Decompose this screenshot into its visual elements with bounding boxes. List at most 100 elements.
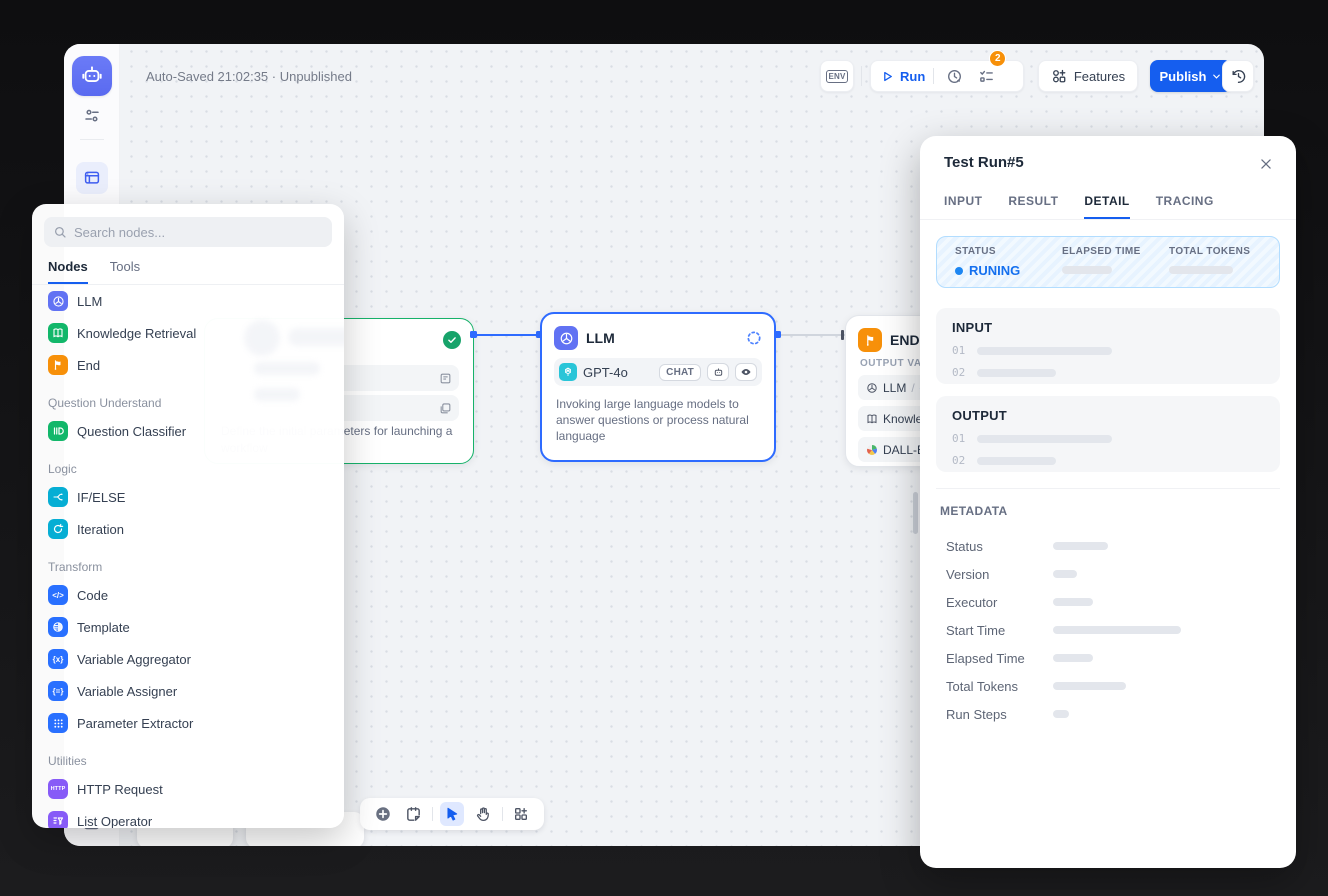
backdrop-blob: [254, 362, 320, 375]
node-item-llm[interactable]: LLM: [40, 285, 336, 317]
env-button[interactable]: ENV: [820, 60, 854, 92]
meta-skeleton: [1053, 598, 1093, 606]
meta-skeleton: [1053, 542, 1108, 550]
orchestrate-window-icon[interactable]: [76, 162, 108, 194]
template-icon: [48, 617, 68, 637]
meta-skeleton: [1053, 626, 1181, 634]
run-panel-tabs: INPUT RESULT DETAIL TRACING: [920, 184, 1296, 220]
list-operator-icon: [48, 811, 68, 828]
llm-icon: [48, 291, 68, 311]
line-number: 01: [952, 432, 965, 445]
search-icon: [53, 225, 67, 239]
env-icon: ENV: [826, 70, 849, 83]
settings-sliders-icon[interactable]: [76, 100, 108, 132]
section-logic: Logic: [40, 447, 336, 481]
pointer-mode-button[interactable]: [440, 802, 464, 826]
success-check-icon: [443, 331, 461, 349]
robot-icon: [81, 65, 103, 87]
node-search-box: [44, 217, 332, 247]
hand-mode-button[interactable]: [471, 802, 495, 826]
elapsed-time-label: ELAPSED TIME: [1062, 246, 1169, 257]
features-button[interactable]: Features: [1038, 60, 1138, 92]
search-input[interactable]: [74, 225, 323, 240]
organize-layout-button[interactable]: [509, 802, 533, 826]
meta-skeleton: [1053, 570, 1077, 578]
meta-row-executor: Executor: [946, 588, 1272, 616]
llm-output-port[interactable]: [774, 331, 781, 338]
node-item-if-else[interactable]: IF/ELSE: [40, 481, 336, 513]
if-else-icon: [48, 487, 68, 507]
loading-spinner-icon: [746, 330, 762, 346]
node-item-iteration[interactable]: Iteration: [40, 513, 336, 545]
node-item-code[interactable]: </> Code: [40, 579, 336, 611]
publish-button[interactable]: Publish: [1150, 60, 1232, 92]
node-item-template[interactable]: Template: [40, 611, 336, 643]
tab-tools[interactable]: Tools: [110, 251, 140, 284]
tab-result[interactable]: RESULT: [1008, 184, 1058, 219]
tab-tracing[interactable]: TRACING: [1156, 184, 1214, 219]
app-avatar[interactable]: [72, 56, 112, 96]
sidebar-divider: [80, 139, 104, 140]
node-item-variable-aggregator[interactable]: {x} Variable Aggregator: [40, 643, 336, 675]
run-history-icon[interactable]: [942, 64, 966, 88]
vision-robot-icon: [707, 363, 729, 381]
meta-row-elapsed-time: Elapsed Time: [946, 644, 1272, 672]
tokens-skeleton: [1169, 266, 1233, 274]
iteration-loop-icon: [48, 519, 68, 539]
output-skeleton-2: [977, 457, 1056, 465]
section-utilities: Utilities: [40, 739, 336, 773]
status-label: STATUS: [955, 246, 1062, 257]
close-icon[interactable]: [1254, 152, 1278, 176]
http-request-icon: HTTP: [48, 779, 68, 799]
meta-row-run-steps: Run Steps: [946, 700, 1272, 728]
end-node-icon: [858, 328, 882, 352]
toolbar-divider-2: [502, 807, 503, 821]
tab-input[interactable]: INPUT: [944, 184, 982, 219]
tab-detail[interactable]: DETAIL: [1084, 184, 1129, 219]
llm-model-selector[interactable]: GPT-4o CHAT: [554, 358, 762, 386]
openai-model-icon: [559, 363, 577, 381]
features-icon: [1051, 68, 1067, 84]
node-item-question-classifier[interactable]: Question Classifier: [40, 415, 336, 447]
version-history-button[interactable]: [1222, 60, 1254, 92]
node-item-http-request[interactable]: HTTP HTTP Request: [40, 773, 336, 805]
end-input-port[interactable]: [841, 330, 844, 340]
llm-node[interactable]: LLM GPT-4o CHAT: [540, 312, 776, 462]
start-output-port[interactable]: [470, 331, 477, 338]
run-button[interactable]: Run: [881, 69, 925, 84]
elapsed-skeleton: [1062, 266, 1112, 274]
llm-node-title: LLM: [586, 330, 615, 346]
add-node-button[interactable]: [371, 802, 395, 826]
node-item-list-operator[interactable]: List Operator: [40, 805, 336, 828]
output-title: OUTPUT: [952, 408, 1264, 423]
total-tokens-label: TOTAL TOKENS: [1169, 246, 1250, 257]
meta-row-version: Version: [946, 560, 1272, 588]
question-classifier-icon: [48, 421, 68, 441]
meta-row-start-time: Start Time: [946, 616, 1272, 644]
checklist-icon[interactable]: 2: [974, 64, 998, 88]
node-item-parameter-extractor[interactable]: Parameter Extractor: [40, 707, 336, 739]
output-skeleton-1: [977, 435, 1112, 443]
line-number: 01: [952, 344, 965, 357]
add-note-button[interactable]: [402, 802, 426, 826]
node-selector-panel: Nodes Tools LLM Knowledge Retrieval End …: [32, 204, 344, 828]
backdrop-blob: [244, 320, 280, 356]
edge-start-to-llm: [474, 334, 540, 336]
text-field-icon: [439, 372, 452, 385]
canvas-scrollbar-thumb[interactable]: [913, 492, 918, 534]
canvas-toolbar: [360, 798, 544, 830]
running-dot-icon: [955, 267, 963, 275]
tab-nodes[interactable]: Nodes: [48, 251, 88, 284]
autosave-status: Auto-Saved 21:02:35 · Unpublished: [146, 69, 352, 84]
chat-mode-badge: CHAT: [659, 364, 701, 381]
eye-icon: [735, 363, 757, 381]
edge-llm-to-end: [778, 334, 845, 336]
meta-skeleton: [1053, 654, 1093, 662]
book-var-icon: [866, 413, 878, 425]
node-item-variable-assigner[interactable]: {=} Variable Assigner: [40, 675, 336, 707]
checklist-badge: 2: [989, 50, 1006, 67]
section-transform: Transform: [40, 545, 336, 579]
clock-rewind-icon: [1230, 68, 1247, 85]
dalle-color-icon: [866, 444, 878, 456]
backdrop-blob: [254, 388, 300, 401]
